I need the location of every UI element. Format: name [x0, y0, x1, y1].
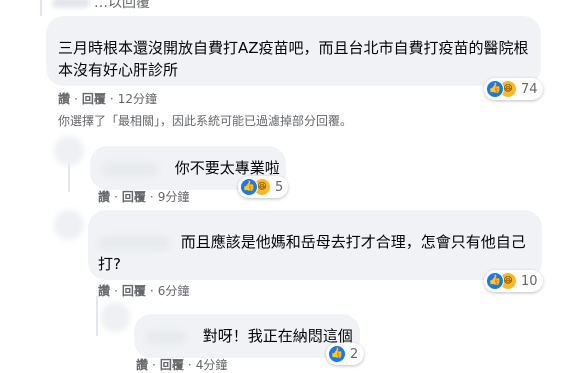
reaction-summary[interactable]: 👍 😆 5	[238, 176, 289, 198]
comment-actions: 讚 · 回覆 · 6分鐘	[98, 282, 190, 299]
comment-text: 打?	[98, 255, 121, 273]
reaction-count: 5	[275, 179, 284, 195]
timestamp[interactable]: 6分鐘	[158, 282, 190, 299]
reaction-summary[interactable]: 👍 😆 10	[484, 270, 543, 292]
reply-button[interactable]: 回覆	[160, 356, 184, 373]
like-icon: 👍	[486, 272, 504, 290]
reaction-summary[interactable]: 👍 😆 74	[484, 78, 543, 100]
reaction-count: 74	[521, 81, 538, 97]
comment-bubble: 而且應該是他媽和岳母去打才合理，怎會只有他自己 打?	[88, 210, 542, 280]
comment-text: 而且應該是他媽和岳母去打才合理，怎會只有他自己	[180, 233, 526, 251]
comment-text: 三月時根本還沒開放自費打AZ疫苗吧，而且台北市自費打疫苗的醫院根	[58, 39, 529, 57]
blurred-name	[98, 235, 170, 250]
comment-text: 本沒有好心肝診所	[58, 61, 179, 79]
collapsed-reply-header[interactable]: …以回覆	[52, 0, 150, 12]
comment-text: 對呀！我正在納悶這個	[202, 327, 353, 345]
like-button[interactable]: 讚	[58, 90, 70, 107]
timestamp[interactable]: 12分鐘	[118, 90, 157, 107]
timestamp[interactable]: 4分鐘	[196, 356, 228, 373]
avatar[interactable]	[100, 302, 130, 332]
reaction-count: 2	[350, 346, 359, 362]
reaction-summary[interactable]: 👍 2	[326, 343, 365, 365]
comment-actions: 讚 · 回覆 · 4分鐘	[136, 356, 228, 373]
reply-button[interactable]: 回覆	[122, 282, 146, 299]
reaction-count: 10	[521, 273, 538, 289]
like-button[interactable]: 讚	[136, 356, 148, 373]
thread-line	[40, 0, 42, 16]
comment-actions: 讚 · 回覆 · 9分鐘	[98, 188, 190, 205]
like-button[interactable]: 讚	[98, 282, 110, 299]
reply-button[interactable]: 回覆	[82, 90, 106, 107]
blurred-name	[52, 0, 90, 8]
timestamp[interactable]: 9分鐘	[158, 188, 190, 205]
blurred-name	[102, 161, 158, 176]
avatar[interactable]	[54, 136, 84, 166]
blurred-name	[146, 329, 186, 344]
comment-text: 你不要太專業啦	[174, 159, 280, 177]
comment-bubble: 三月時根本還沒開放自費打AZ疫苗吧，而且台北市自費打疫苗的醫院根 本沒有好心肝診…	[46, 16, 541, 86]
reply-button[interactable]: 回覆	[122, 188, 146, 205]
like-icon: 👍	[328, 345, 346, 363]
filter-notice: 你選擇了「最相關」，因此系統可能已過濾掉部分回覆。	[58, 114, 353, 128]
like-button[interactable]: 讚	[98, 188, 110, 205]
thread-line	[96, 296, 98, 336]
like-icon: 👍	[486, 80, 504, 98]
comment-actions: 讚 · 回覆 · 12分鐘	[58, 90, 157, 107]
avatar[interactable]	[54, 210, 84, 240]
like-icon: 👍	[240, 178, 258, 196]
